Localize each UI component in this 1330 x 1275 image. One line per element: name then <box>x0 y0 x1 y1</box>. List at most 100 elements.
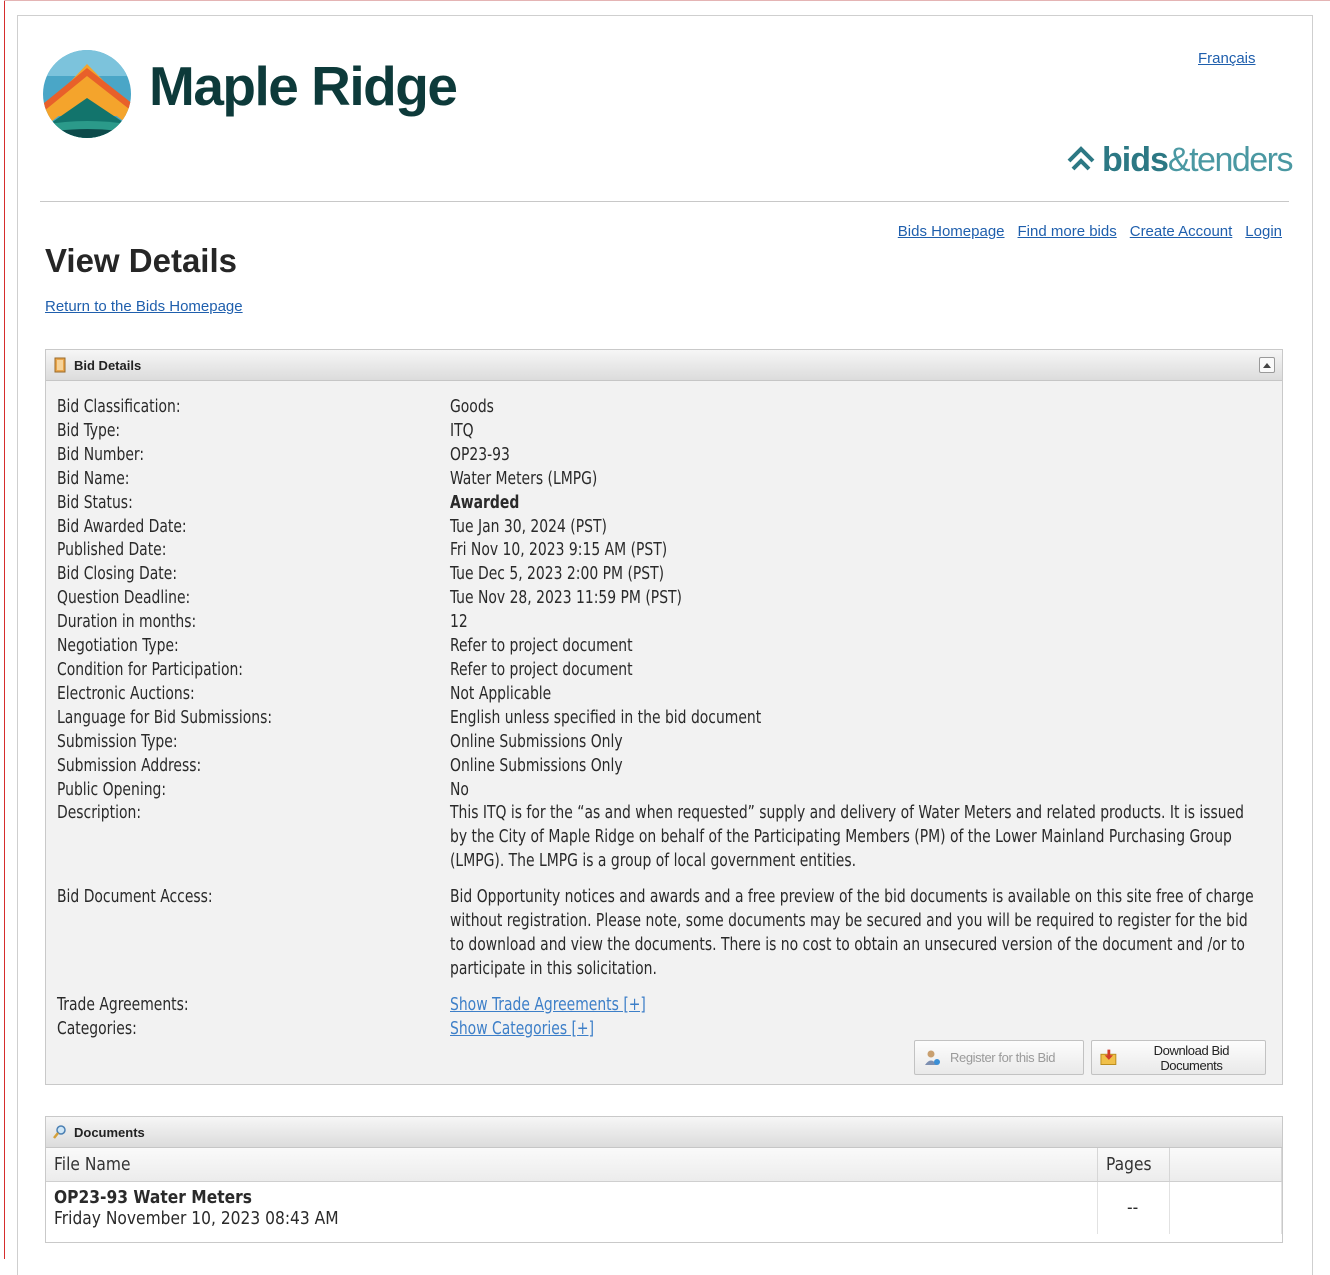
detail-row: Bid Type: ITQ <box>57 419 1277 443</box>
show-trade-agreements-link[interactable]: Show Trade Agreements [+] <box>450 993 1263 1017</box>
detail-value-wrap: Online Submissions Only <box>450 730 1330 754</box>
bid-details-list: Bid Classification: Goods Bid Type: ITQ Bid … <box>57 395 1277 1041</box>
detail-label: Bid Type: <box>57 419 121 441</box>
detail-row: Published Date: Fri Nov 10, 2023 9:15 AM … <box>57 538 1277 562</box>
detail-label: Duration in months: <box>57 611 197 633</box>
detail-label: Bid Closing Date: <box>57 563 178 585</box>
detail-value-wrap: Goods <box>450 395 1330 419</box>
nav-create-account[interactable]: Create Account <box>1130 223 1233 240</box>
detail-row: Bid Closing Date: Tue Dec 5, 2023 2:00 PM… <box>57 562 1277 586</box>
detail-row: Condition for Participation: Refer to pro… <box>57 658 1277 682</box>
document-date: Friday November 10, 2023 08:43 AM <box>54 1207 339 1229</box>
document-name[interactable]: OP23-93 Water Meters <box>54 1187 252 1208</box>
detail-label: Bid Number: <box>57 443 145 465</box>
document-row[interactable]: OP23-93 Water Meters Friday November 10,… <box>46 1181 1282 1234</box>
download-bid-documents-button[interactable]: Download Bid Documents <box>1091 1040 1266 1075</box>
detail-value: No <box>450 778 469 800</box>
detail-value: English unless specified in the bid docu… <box>450 706 762 728</box>
detail-row: Categories: Show Categories [+] <box>57 1017 1277 1041</box>
search-icon <box>53 1125 66 1139</box>
detail-value-wrap: Tue Dec 5, 2023 2:00 PM (PST) <box>450 562 1330 586</box>
detail-row: Bid Document Access: Bid Opportunity noti… <box>57 885 1277 993</box>
register-button-label: Register for this Bid <box>950 1050 1056 1065</box>
detail-value-wrap: No <box>450 778 1330 802</box>
detail-value: Tue Dec 5, 2023 2:00 PM (PST) <box>450 563 665 585</box>
detail-value: Online Submissions Only <box>450 730 623 752</box>
detail-label: Bid Name: <box>57 467 130 489</box>
show-categories-link[interactable]: Show Categories [+] <box>450 1017 1263 1041</box>
documents-table: File Name Pages OP23-93 Water Meters Fri… <box>46 1148 1282 1234</box>
detail-value: Tue Nov 28, 2023 11:59 PM (PST) <box>450 587 682 609</box>
detail-label: Published Date: <box>57 539 167 561</box>
column-pages[interactable]: Pages <box>1097 1148 1170 1182</box>
detail-value: 12 <box>450 611 468 633</box>
window-border-top <box>4 0 1330 1</box>
detail-label: Description: <box>57 802 142 824</box>
nav-find-more-bids[interactable]: Find more bids <box>1018 223 1117 240</box>
detail-value: OP23-93 <box>450 443 510 465</box>
detail-label: Public Opening: <box>57 778 167 800</box>
detail-row: Negotiation Type: Refer to project docume… <box>57 634 1277 658</box>
detail-value: Goods <box>450 396 494 417</box>
detail-value-wrap: Awarded <box>450 491 1330 515</box>
detail-label: Negotiation Type: <box>57 635 179 657</box>
column-file-name[interactable]: File Name <box>46 1148 1098 1182</box>
detail-label: Categories: <box>57 1017 137 1039</box>
detail-label: Trade Agreements: <box>57 993 189 1015</box>
window-border-left <box>4 0 5 1259</box>
detail-value-wrap: Fri Nov 10, 2023 9:15 AM (PST) <box>450 538 1330 562</box>
detail-value-wrap: Refer to project document <box>450 634 1330 658</box>
document-file-cell: OP23-93 Water Meters Friday November 10,… <box>46 1181 1098 1234</box>
logo-text: Maple Ridge <box>149 55 458 117</box>
user-icon <box>925 1050 940 1065</box>
detail-row: Submission Address: Online Submissions On… <box>57 754 1277 778</box>
detail-value: Water Meters (LMPG) <box>450 467 598 489</box>
nav-login[interactable]: Login <box>1245 223 1282 240</box>
detail-value: Refer to project document <box>450 635 633 657</box>
detail-row: Bid Awarded Date: Tue Jan 30, 2024 (PST) <box>57 515 1277 539</box>
maple-ridge-logo: Maple Ridge <box>43 46 483 146</box>
document-pages: -- <box>1097 1181 1170 1234</box>
detail-label: Bid Status: <box>57 491 133 513</box>
detail-value-wrap: Water Meters (LMPG) <box>450 467 1330 491</box>
detail-row: Bid Classification: Goods <box>57 395 1277 419</box>
folder-icon <box>54 357 66 373</box>
return-link[interactable]: Return to the Bids Homepage <box>45 298 243 315</box>
chevron-up-logo-icon <box>1067 146 1095 171</box>
detail-value: Bid Opportunity notices and awards and a… <box>450 886 1254 979</box>
register-button[interactable]: Register for this Bid <box>914 1040 1084 1075</box>
collapse-button[interactable] <box>1259 357 1275 373</box>
page-title: View Details <box>45 242 237 279</box>
detail-value: Not Applicable <box>450 682 552 704</box>
documents-header-row: File Name Pages <box>46 1148 1282 1182</box>
detail-row: Language for Bid Submissions: English unl… <box>57 706 1277 730</box>
detail-label: Bid Document Access: <box>57 886 213 908</box>
detail-value: Fri Nov 10, 2023 9:15 AM (PST) <box>450 539 668 561</box>
download-button-label: Download Bid Documents <box>1153 1042 1230 1073</box>
detail-value-wrap: Bid Opportunity notices and awards and a… <box>450 885 1330 993</box>
bid-details-title: Bid Details <box>74 357 142 373</box>
detail-value-wrap: This ITQ is for the “as and when request… <box>450 801 1330 885</box>
detail-value: This ITQ is for the “as and when request… <box>450 802 1244 872</box>
documents-header: Documents <box>46 1117 1282 1148</box>
nav-bids-homepage[interactable]: Bids Homepage <box>898 223 1005 240</box>
detail-value-wrap: Tue Jan 30, 2024 (PST) <box>450 515 1330 539</box>
bt-logo-tenders: &tenders <box>1167 140 1294 179</box>
detail-row: Bid Status: Awarded <box>57 491 1277 515</box>
detail-label: Question Deadline: <box>57 587 191 609</box>
detail-value-wrap: Tue Nov 28, 2023 11:59 PM (PST) <box>450 586 1330 610</box>
bid-details-header: Bid Details <box>46 350 1282 381</box>
bt-logo-bids: bids <box>1102 140 1169 179</box>
detail-label: Bid Awarded Date: <box>57 515 187 537</box>
detail-row: Duration in months: 12 <box>57 610 1277 634</box>
detail-value-wrap: ITQ <box>450 419 1330 443</box>
detail-row: Bid Number: OP23-93 <box>57 443 1277 467</box>
detail-row: Public Opening: No <box>57 778 1277 802</box>
language-link[interactable]: Français <box>1198 50 1256 67</box>
detail-value-wrap: OP23-93 <box>450 443 1330 467</box>
detail-value-wrap: Refer to project document <box>450 658 1330 682</box>
detail-row: Submission Type: Online Submissions Only <box>57 730 1277 754</box>
detail-value-wrap: English unless specified in the bid docu… <box>450 706 1330 730</box>
detail-value: ITQ <box>450 419 474 441</box>
detail-value: Awarded <box>450 491 520 513</box>
